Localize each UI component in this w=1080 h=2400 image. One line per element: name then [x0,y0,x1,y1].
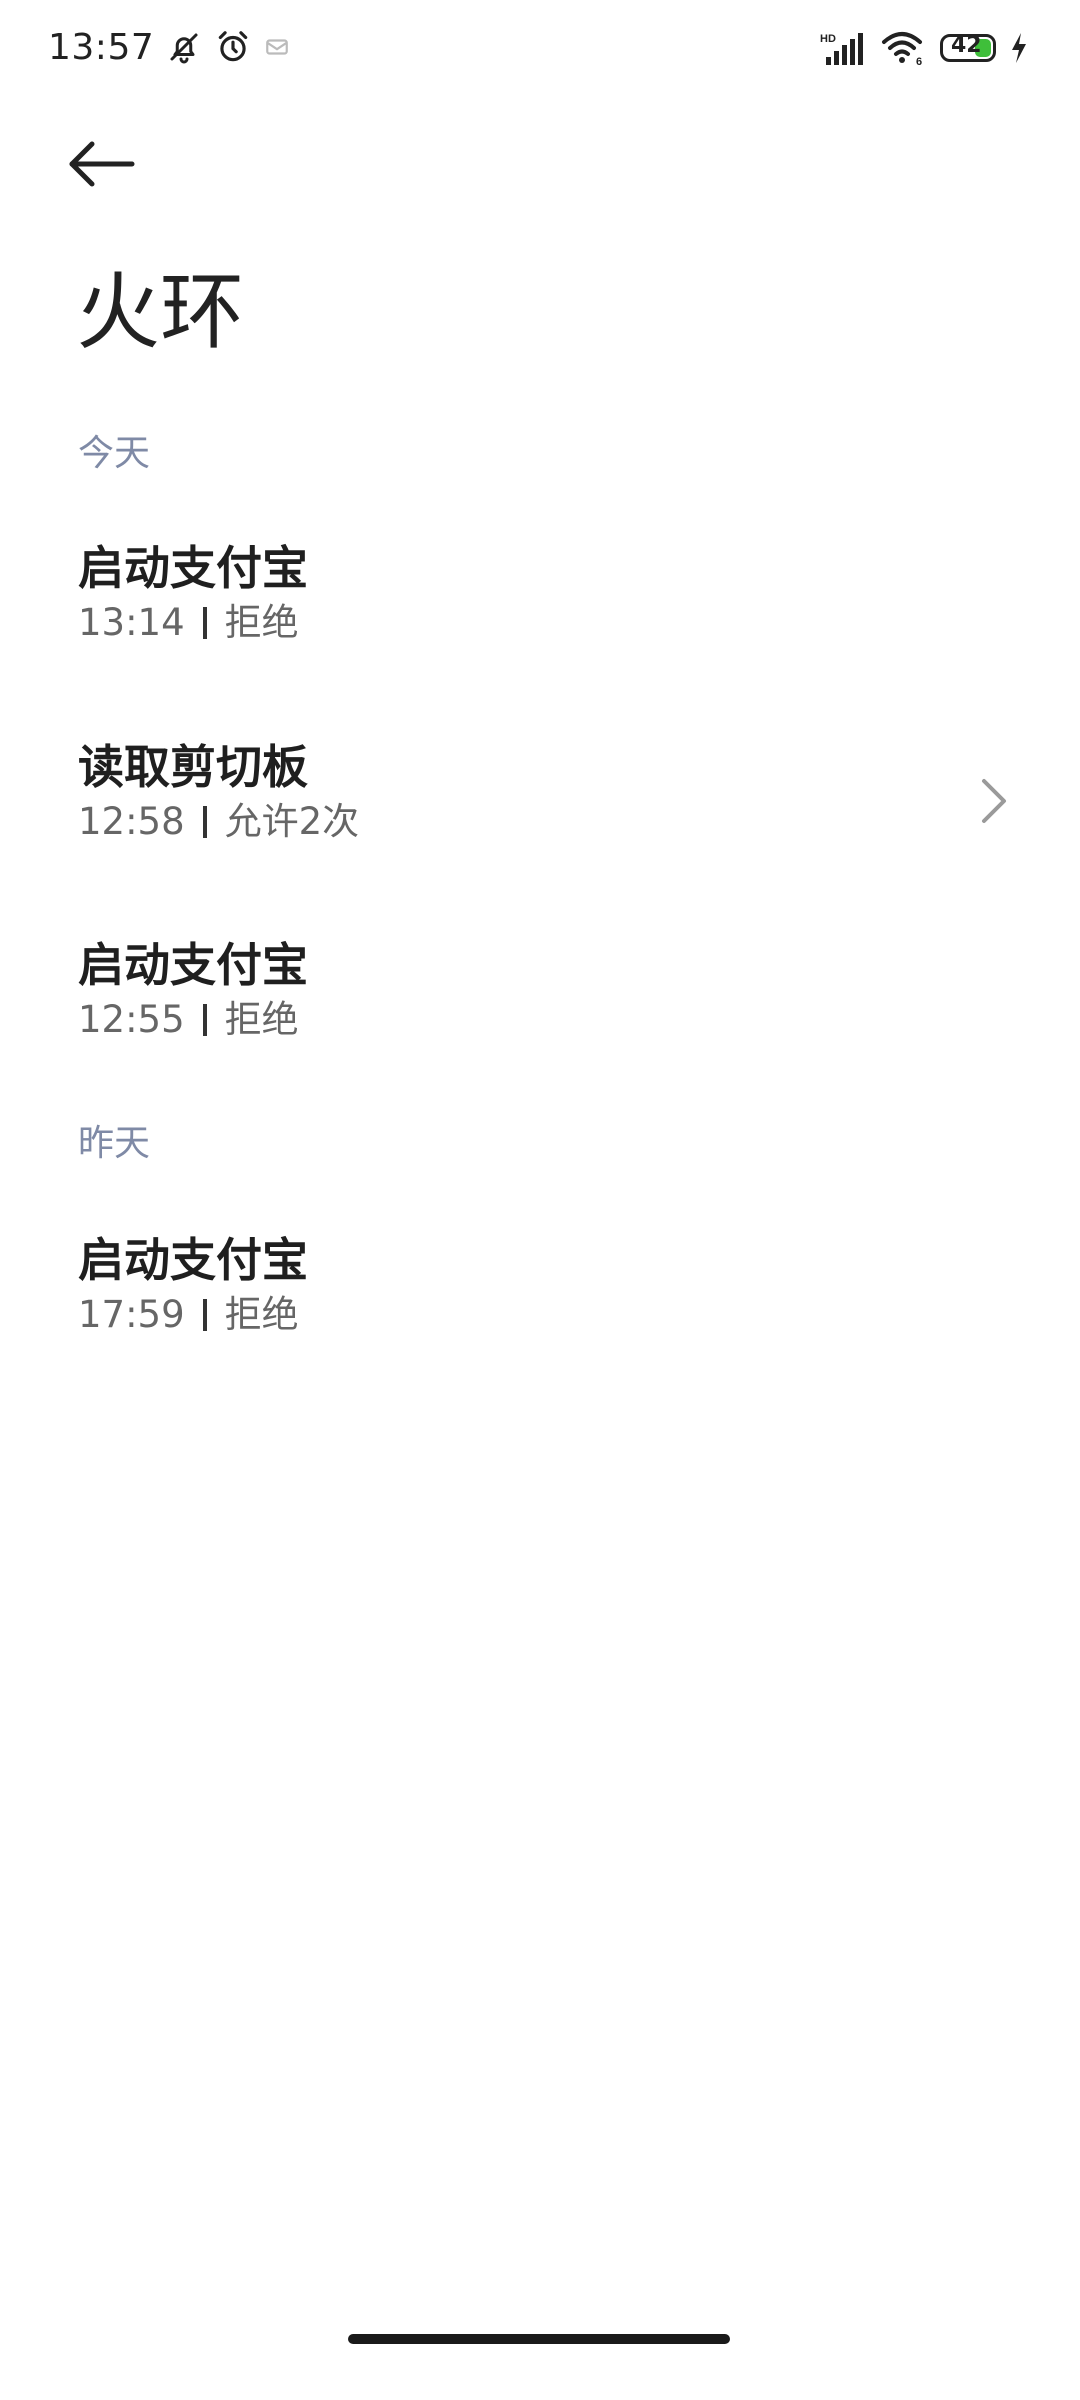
status-left: 13:57 [48,22,290,72]
back-button[interactable] [68,130,154,202]
item-meta: 12:55 拒绝 [78,995,299,1045]
item-time: 12:55 [78,998,185,1041]
separator [202,1004,207,1036]
item-time: 17:59 [78,1293,185,1336]
item-time: 13:14 [78,601,185,644]
battery-icon: 42 [940,33,996,62]
separator [202,607,207,639]
status-bar: 13:57 HD 6 42 [0,0,1080,96]
item-title: 启动支付宝 [78,541,308,595]
svg-text:HD: HD [820,33,836,45]
item-title: 启动支付宝 [78,938,308,992]
item-meta: 17:59 拒绝 [78,1290,299,1340]
item-result: 拒绝 [224,1293,299,1336]
bell-off-icon [166,29,202,65]
alarm-icon [214,28,252,66]
item-meta: 12:58 允许2次 [78,797,359,847]
item-result: 拒绝 [224,998,299,1041]
item-title: 启动支付宝 [78,1233,308,1287]
wifi-icon: 6 [880,30,926,66]
item-title: 读取剪切板 [78,740,308,794]
page-title: 火环 [76,263,245,361]
item-meta: 13:14 拒绝 [78,598,299,648]
separator [202,1299,207,1331]
hd-signal-icon: HD [820,31,866,65]
status-time: 13:57 [48,26,155,68]
item-result: 拒绝 [224,601,299,644]
section-header-today: 今天 [78,433,151,474]
separator [202,806,207,838]
home-indicator[interactable] [348,2334,730,2344]
section-header-yesterday: 昨天 [78,1123,151,1164]
item-time: 12:58 [78,800,185,843]
list-item[interactable]: 启动支付宝 13:14 拒绝 [0,538,1080,708]
chevron-right-icon [980,777,1008,829]
charging-icon [1010,33,1028,63]
list-item[interactable]: 启动支付宝 17:59 拒绝 [0,1230,1080,1400]
status-right: HD 6 42 [820,26,1028,70]
svg-text:6: 6 [916,56,922,66]
battery-level: 42 [951,33,982,58]
arrow-left-icon [68,140,136,192]
item-result: 允许2次 [224,800,360,843]
notification-icon [264,34,290,60]
list-item[interactable]: 启动支付宝 12:55 拒绝 [0,935,1080,1105]
list-item[interactable]: 读取剪切板 12:58 允许2次 [0,737,1080,907]
